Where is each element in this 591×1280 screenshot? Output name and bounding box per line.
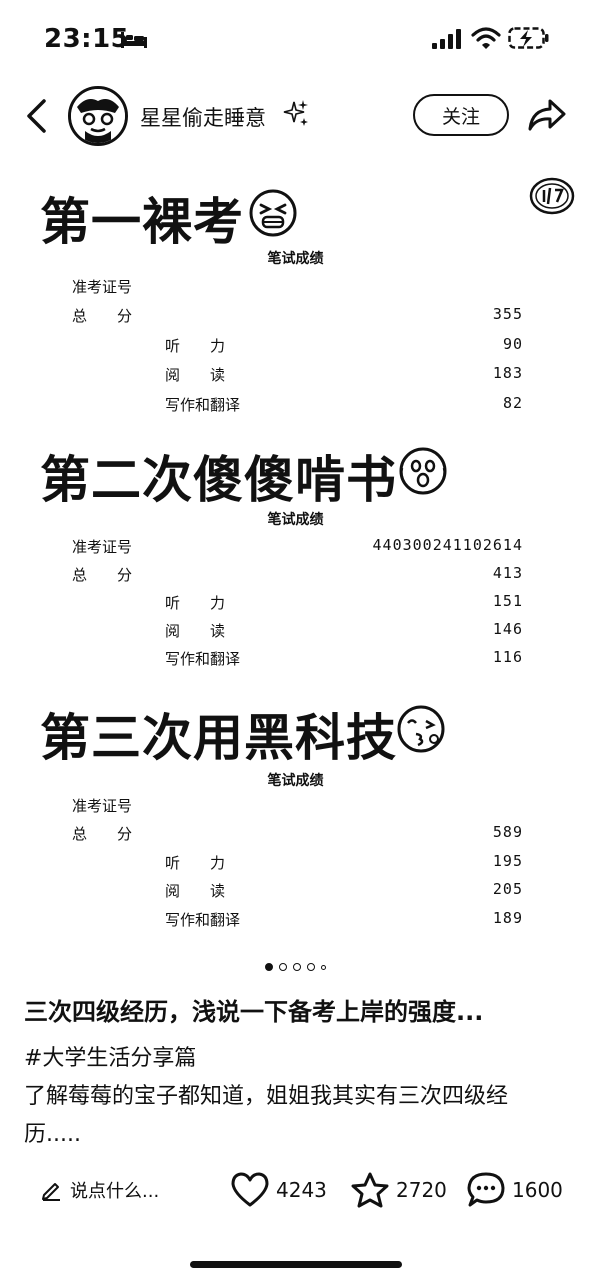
row-value-listening: 90 xyxy=(502,335,523,353)
carousel-dot[interactable] xyxy=(321,964,326,970)
section-heading: 第一裸考 xyxy=(40,193,244,251)
comment-input[interactable]: 说点什么... xyxy=(40,1174,159,1206)
cellular-signal-icon xyxy=(432,29,461,49)
comment-placeholder: 说点什么... xyxy=(70,1181,160,1202)
comment-button[interactable]: 1600 xyxy=(466,1170,563,1210)
carousel-dot[interactable] xyxy=(265,963,273,971)
post-body: 了解莓莓的宝子都知道，姐姐我其实有三次四级经历..... xyxy=(24,1084,509,1147)
comment-count: 1600 xyxy=(512,1178,563,1202)
sleep-focus-icon xyxy=(121,32,147,48)
post-title: 三次四级经历，浅说一下备考上岸的强度... xyxy=(24,998,484,1026)
row-value-reading: 205 xyxy=(492,880,523,898)
row-value-writing: 189 xyxy=(492,909,523,927)
engagement-bar: 说点什么... 4243 2720 1600 xyxy=(0,1164,591,1216)
row-value-total: 413 xyxy=(492,564,523,582)
row-value-listening: 195 xyxy=(492,852,523,870)
battery-charging-icon xyxy=(508,27,549,49)
comment-bubble-icon xyxy=(467,1172,505,1207)
post-hashtag[interactable]: #大学生活分享篇 xyxy=(24,1040,196,1072)
row-label-reading: 阅 读 xyxy=(165,366,226,384)
certified-stamp-icon xyxy=(529,177,575,215)
star-icon xyxy=(351,1172,389,1208)
post-image-carousel[interactable]: 第一裸考 笔试成绩 准考证号 总 分 355 听 力 90 阅 读 183 写作… xyxy=(0,160,591,960)
tired-face-emoji-icon xyxy=(249,189,297,237)
carousel-dot[interactable] xyxy=(293,963,301,971)
row-label-writing: 写作和翻译 xyxy=(165,396,241,414)
section-heading: 第三次用黑科技 xyxy=(40,709,397,767)
row-label-listening: 听 力 xyxy=(165,854,226,872)
kissing-face-emoji-icon xyxy=(397,705,445,753)
row-value-total: 589 xyxy=(492,823,523,841)
row-label-reading: 阅 读 xyxy=(165,882,226,900)
table-title: 笔试成绩 xyxy=(267,773,324,789)
author-avatar[interactable] xyxy=(68,86,128,146)
row-label-admission: 准考证号 xyxy=(72,797,133,815)
sparkle-icon xyxy=(283,100,308,126)
row-value-reading: 146 xyxy=(492,620,523,638)
row-value-listening: 151 xyxy=(492,592,523,610)
row-label-writing: 写作和翻译 xyxy=(165,650,241,668)
status-bar: 23:15 xyxy=(0,0,591,80)
row-label-writing: 写作和翻译 xyxy=(165,911,241,929)
table-title: 笔试成绩 xyxy=(267,251,324,267)
row-value-admission: 440300241102614 xyxy=(372,536,523,554)
row-value-writing: 116 xyxy=(492,648,523,666)
author-username[interactable]: 星星偷走睡意 xyxy=(140,102,266,132)
row-label-total: 总 分 xyxy=(72,566,133,584)
scared-face-emoji-icon xyxy=(399,447,447,495)
back-arrow-icon[interactable] xyxy=(24,98,50,134)
row-value-reading: 183 xyxy=(492,364,523,382)
status-time: 23:15 xyxy=(44,24,130,54)
pencil-icon xyxy=(42,1183,60,1201)
favorite-button[interactable]: 2720 xyxy=(350,1170,447,1210)
home-indicator[interactable] xyxy=(190,1261,402,1268)
carousel-dot[interactable] xyxy=(279,963,287,971)
carousel-pagination[interactable] xyxy=(0,963,591,971)
favorite-count: 2720 xyxy=(396,1178,447,1202)
heart-icon xyxy=(231,1172,269,1207)
row-value-writing: 82 xyxy=(502,394,523,412)
table-title: 笔试成绩 xyxy=(267,512,324,528)
row-label-listening: 听 力 xyxy=(165,337,226,355)
row-label-admission: 准考证号 xyxy=(72,538,133,556)
row-label-total: 总 分 xyxy=(72,307,133,325)
wifi-icon xyxy=(471,27,501,49)
row-value-total: 355 xyxy=(492,305,523,323)
post-header: 星星偷走睡意 关注 xyxy=(0,82,591,150)
carousel-dot[interactable] xyxy=(307,963,315,971)
like-button[interactable]: 4243 xyxy=(230,1170,327,1210)
follow-button[interactable]: 关注 xyxy=(413,94,509,136)
share-icon[interactable] xyxy=(528,98,566,132)
like-count: 4243 xyxy=(276,1178,327,1202)
row-label-listening: 听 力 xyxy=(165,594,226,612)
section-heading: 第二次傻傻啃书 xyxy=(40,451,397,509)
row-label-admission: 准考证号 xyxy=(72,278,133,296)
row-label-total: 总 分 xyxy=(72,825,133,843)
row-label-reading: 阅 读 xyxy=(165,622,226,640)
